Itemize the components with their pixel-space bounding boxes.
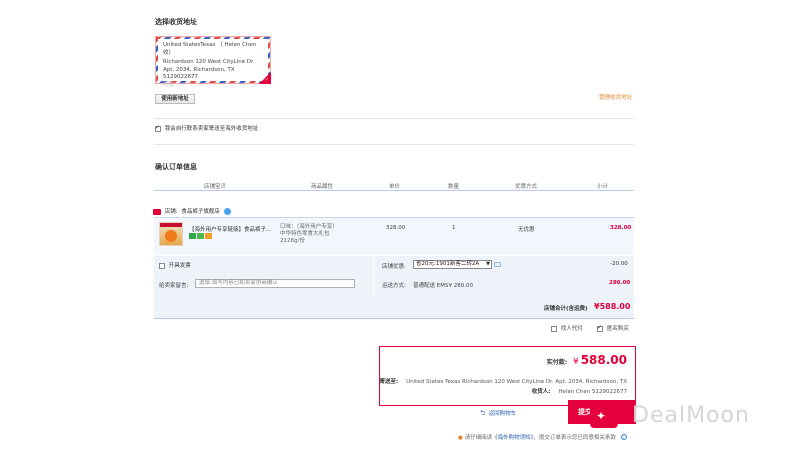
badge-green2-icon [197, 233, 204, 239]
product-quantity: 1 [452, 225, 456, 231]
receiver-label: 收货人: [531, 389, 551, 395]
purchase-notice: ● 请仔细阅读《海外购物须知》，提交订单表示您已同意相关条款 ? [458, 433, 627, 441]
product-discount: 无优惠 [518, 227, 535, 233]
receiver-line: 收货人: Helen Chen 5129022677 [532, 387, 627, 395]
product-title-link[interactable]: 【海外用户专享链接】食品裤子... [189, 225, 279, 233]
notice-terms-link[interactable]: 《海外购物须知》 [492, 435, 533, 441]
product-thumbnail-band [160, 223, 182, 227]
message-input[interactable]: 选填:填写内容已和卖家协商确认 [195, 279, 355, 288]
coupon-info-icon[interactable] [494, 262, 501, 267]
shop-coupon-select[interactable]: 省20元:1901新客二转2A ▼ [413, 260, 492, 269]
badge-card-icon [205, 233, 212, 239]
address-recipient-line: United StatesTexas （ Helen Chen 收） [163, 42, 257, 56]
notice-suffix: ，提交订单表示您已同意相关条款 [533, 435, 616, 441]
order-summary-box: 实付款: ¥ 588.00 寄送至: United States Texas R… [379, 346, 636, 406]
proxy-pay-label: 找人代付 [560, 326, 583, 332]
address-detail-line: Richardson 120 West CityLine Dr. Apt. 20… [163, 59, 255, 80]
self-pickup-label: 我会自行联系卖家寄送至海外收货地址 [164, 126, 259, 132]
invoice-option[interactable]: 开具发票 [159, 261, 191, 269]
message-label: 给卖家留言: [159, 283, 189, 289]
divider [154, 118, 634, 119]
col-header-subtotal: 小计 [597, 184, 609, 190]
address-edit-link[interactable]: 修改 [163, 82, 263, 90]
shop-total-label: 店铺合计(含运费) [544, 306, 588, 312]
shop-coupon-label: 店铺优惠: [382, 264, 406, 270]
order-item-row [154, 217, 634, 255]
col-header-price: 单价 [389, 184, 401, 190]
check-icon: ✓ [264, 77, 269, 83]
ship-to-line: 寄送至: United States Texas Richardson 120 … [379, 377, 627, 385]
location-pin-icon: ● [458, 435, 463, 441]
manage-address-link[interactable]: 管理收货地址 [599, 93, 632, 101]
use-new-address-button[interactable]: 使用新地址 [155, 94, 195, 104]
self-pickup-checkbox[interactable] [155, 124, 161, 132]
col-header-discount: 优惠方式 [515, 184, 538, 190]
watermark-text: DealMoon [632, 403, 750, 428]
back-to-cart-link[interactable]: ⮌ 返回购物车 [480, 409, 516, 420]
shipping-method: 普通配送 EMS¥ 280.00 [413, 283, 473, 289]
options-bottom-line [154, 318, 634, 319]
proxy-pay-option[interactable]: 找人代付 [551, 324, 583, 332]
back-arrow-icon: ⮌ [480, 409, 486, 417]
col-header-quantity: 数量 [448, 184, 460, 190]
ship-to-label: 寄送至: [379, 379, 399, 385]
invoice-checkbox[interactable] [159, 262, 165, 269]
shop-name-link[interactable]: 食品裤子旗舰店 [181, 209, 220, 215]
options-divider [373, 256, 374, 296]
table-header-line [154, 190, 634, 191]
shop-coupon-amount: -20.00 [610, 261, 628, 267]
receiver-value: Helen Chen 5129022677 [558, 389, 627, 395]
col-header-attributes: 商品属性 [311, 184, 334, 190]
invoice-label: 开具发票 [168, 263, 191, 269]
product-thumbnail-graphic [165, 230, 177, 242]
back-to-cart-label: 返回购物车 [488, 411, 517, 417]
col-header-item: 店铺宝贝 [204, 184, 227, 190]
anonymous-option[interactable]: 匿名购买 [597, 324, 629, 332]
anonymous-label: 匿名购买 [606, 326, 629, 332]
divider [154, 144, 634, 145]
shop-total-value: ¥588.00 [594, 302, 631, 311]
chat-icon[interactable] [223, 208, 231, 215]
address-section-title: 选择收货地址 [155, 18, 197, 26]
shop-label: 店铺: [164, 209, 178, 215]
pay-amount: 588.00 [580, 353, 627, 367]
shipping-label: 运送方式: [382, 283, 406, 289]
shop-icon [153, 208, 161, 215]
pay-currency: ¥ [573, 357, 579, 367]
pay-label: 实付款: [546, 359, 568, 366]
shop-row: 店铺: 食品裤子旗舰店 [153, 207, 231, 215]
shop-coupon-value: 省20元:1901新客二转2A [416, 261, 480, 267]
ship-to-value: United States Texas Richardson 120 West … [406, 379, 627, 385]
help-icon[interactable]: ? [620, 434, 627, 440]
badge-green-icon [189, 233, 196, 239]
shipping-amount: 280.00 [609, 280, 631, 286]
product-price: 328.00 [386, 225, 406, 231]
proxy-pay-checkbox[interactable] [551, 325, 557, 332]
pay-total: 实付款: ¥ 588.00 [547, 353, 627, 367]
self-pickup-option[interactable]: 我会自行联系卖家寄送至海外收货地址 [155, 124, 258, 132]
service-badges [189, 233, 213, 241]
anonymous-checkbox[interactable] [597, 324, 603, 332]
chevron-down-icon: ▼ [486, 261, 490, 267]
product-subtotal: 328.00 [610, 225, 632, 231]
order-section-title: 确认订单信息 [155, 163, 197, 171]
product-attributes: 口味：（海外用户专享）中华特色零食大礼包2128g/份 [280, 224, 338, 244]
watermark-logo-glyph: ✦ [596, 409, 607, 423]
notice-prefix: 请仔细阅读 [464, 435, 493, 441]
address-card[interactable]: United StatesTexas （ Helen Chen 收） Richa… [155, 36, 271, 88]
